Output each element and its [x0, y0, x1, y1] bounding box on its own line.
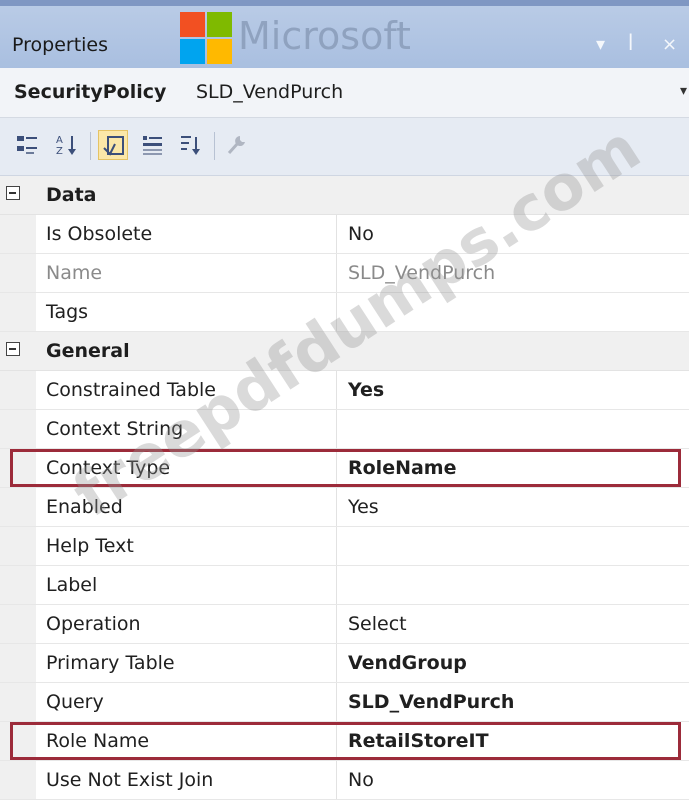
- column-divider: [336, 644, 337, 682]
- alphabetical-button[interactable]: A Z: [52, 130, 82, 160]
- column-divider: [336, 683, 337, 721]
- property-name: Is Obsolete: [46, 223, 153, 245]
- wrench-icon: [227, 136, 245, 155]
- events-icon: [143, 136, 162, 155]
- object-selector[interactable]: SecurityPolicy SLD_VendPurch ▾: [0, 68, 689, 118]
- svg-text:Z: Z: [56, 146, 63, 157]
- property-value[interactable]: No: [348, 223, 374, 245]
- window-title: Properties: [12, 34, 109, 56]
- row-gutter: [0, 254, 36, 292]
- column-divider: [336, 527, 337, 565]
- row-gutter: [0, 410, 36, 448]
- pin-icon[interactable]: ꟾ: [628, 34, 633, 55]
- property-name: Label: [46, 574, 98, 596]
- column-divider: [336, 488, 337, 526]
- property-name: Use Not Exist Join: [46, 769, 214, 791]
- property-name: Help Text: [46, 535, 134, 557]
- properties-button[interactable]: [98, 130, 128, 160]
- property-row[interactable]: Query SLD_VendPurch: [0, 683, 689, 722]
- toolbar-separator: [214, 132, 215, 160]
- property-name: Primary Table: [46, 652, 175, 674]
- row-gutter: [0, 371, 36, 409]
- row-gutter: [0, 605, 36, 643]
- window-dropdown-icon[interactable]: ▾: [596, 34, 605, 55]
- events-button[interactable]: [138, 130, 168, 160]
- row-gutter: [0, 683, 36, 721]
- property-row[interactable]: Use Not Exist Join No: [0, 761, 689, 800]
- collapse-toggle-icon[interactable]: [6, 186, 20, 200]
- row-gutter: [0, 527, 36, 565]
- toolbar-separator: [90, 132, 91, 160]
- property-name: Name: [46, 262, 103, 284]
- object-selector-dropdown-icon[interactable]: ▾: [680, 83, 687, 99]
- property-row[interactable]: Is Obsolete No: [0, 215, 689, 254]
- row-gutter: [0, 293, 36, 331]
- microsoft-logo-icon: [180, 12, 232, 64]
- object-name: SLD_VendPurch: [196, 81, 344, 103]
- properties-icon: [103, 136, 124, 156]
- categorized-icon: [17, 136, 37, 154]
- property-value[interactable]: Yes: [348, 496, 379, 518]
- column-divider: [336, 410, 337, 448]
- categorized-button[interactable]: [12, 130, 42, 160]
- property-row[interactable]: Help Text: [0, 527, 689, 566]
- microsoft-wordmark: Microsoft: [238, 14, 411, 58]
- collapse-toggle-icon[interactable]: [6, 342, 20, 356]
- row-gutter: [0, 644, 36, 682]
- category-label: General: [46, 340, 130, 362]
- role-name-highlight: [10, 722, 681, 760]
- row-gutter: [0, 761, 36, 799]
- property-name: Query: [46, 691, 104, 713]
- column-divider: [336, 215, 337, 253]
- property-name: Operation: [46, 613, 141, 635]
- property-pages-button[interactable]: [176, 130, 206, 160]
- alphabetical-sort-icon: A Z: [56, 135, 76, 157]
- column-divider: [336, 566, 337, 604]
- property-row[interactable]: Operation Select: [0, 605, 689, 644]
- property-row[interactable]: Primary Table VendGroup: [0, 644, 689, 683]
- row-gutter: [0, 488, 36, 526]
- svg-text:A: A: [56, 135, 63, 146]
- column-divider: [336, 605, 337, 643]
- property-value[interactable]: No: [348, 769, 374, 791]
- property-value[interactable]: SLD_VendPurch: [348, 691, 514, 713]
- close-icon[interactable]: ×: [662, 34, 677, 55]
- property-value[interactable]: Select: [348, 613, 407, 635]
- category-label: Data: [46, 184, 97, 206]
- properties-window-titlebar: Properties Microsoft ▾ ꟾ ×: [0, 0, 689, 68]
- property-row[interactable]: Label: [0, 566, 689, 605]
- property-row[interactable]: Constrained Table Yes: [0, 371, 689, 410]
- property-value[interactable]: VendGroup: [348, 652, 467, 674]
- row-gutter: [0, 215, 36, 253]
- property-pages-icon: [181, 136, 200, 155]
- property-value[interactable]: Yes: [348, 379, 384, 401]
- row-gutter: [0, 566, 36, 604]
- column-divider: [336, 254, 337, 292]
- object-type: SecurityPolicy: [14, 81, 167, 103]
- property-name: Tags: [46, 301, 89, 323]
- wrench-button[interactable]: [222, 130, 252, 160]
- column-divider: [336, 761, 337, 799]
